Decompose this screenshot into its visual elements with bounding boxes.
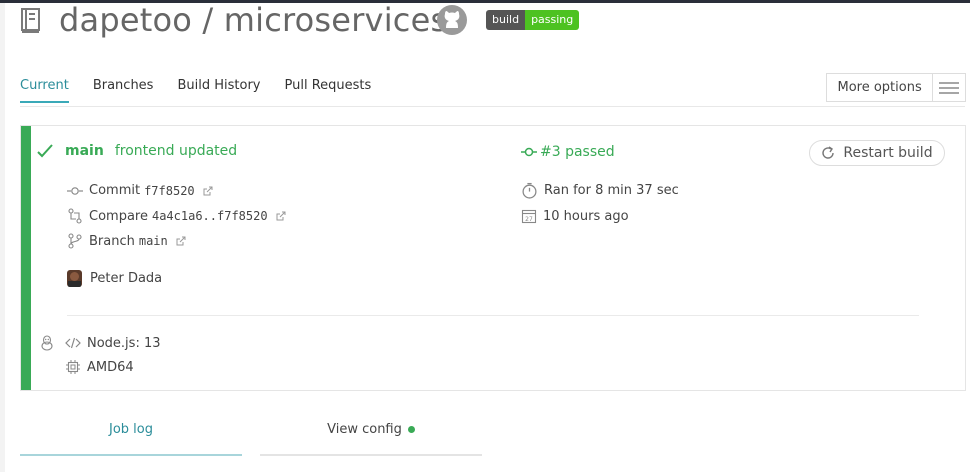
job-log-label: Job log (109, 422, 153, 437)
finished-row: 27 10 hours ago (521, 208, 629, 224)
compare-icon (68, 208, 82, 224)
check-icon (37, 144, 53, 158)
commit-row: Commit f7f8520 (67, 183, 213, 198)
more-options-label: More options (837, 80, 922, 95)
build-duration: Ran for 8 min 37 sec (544, 183, 679, 198)
branch-row: Branch main (67, 233, 186, 249)
repo-title[interactable]: dapetoo / microservices (59, 0, 447, 40)
build-number-status: #3 passed (540, 144, 615, 160)
view-config-label: View config (327, 422, 402, 437)
tabs-divider (20, 106, 965, 107)
branch-link[interactable]: main (65, 143, 104, 159)
card-divider (67, 315, 919, 316)
language-version: Node.js: 13 (87, 335, 161, 351)
svg-text:27: 27 (525, 216, 533, 223)
github-icon[interactable] (436, 4, 468, 36)
architecture: AMD64 (87, 359, 134, 375)
commit-message[interactable]: frontend updated (115, 143, 237, 159)
commit-label: Commit (89, 183, 141, 198)
stopwatch-icon (522, 182, 537, 199)
more-options-button[interactable]: More options (826, 73, 966, 102)
compare-label: Compare (89, 208, 148, 224)
commit-icon (67, 186, 83, 195)
commit-icon (521, 147, 537, 157)
author-name[interactable]: Peter Dada (90, 271, 162, 286)
badge-status: passing (525, 10, 580, 30)
external-link-icon[interactable] (176, 236, 186, 246)
build-headline: main frontend updated (37, 143, 237, 159)
language-row: Node.js: 13 (40, 335, 161, 351)
branch-label: Branch (89, 233, 135, 249)
cpu-icon (66, 360, 80, 374)
badge-label: build (486, 10, 526, 30)
tab-branches[interactable]: Branches (93, 78, 154, 103)
commit-hash-link[interactable]: f7f8520 (144, 184, 195, 198)
repo-tabs: Current Branches Build History Pull Requ… (20, 78, 395, 103)
arch-row: AMD64 (65, 359, 134, 375)
duration-row: Ran for 8 min 37 sec (521, 182, 679, 199)
finished-time: 10 hours ago (543, 208, 629, 224)
restart-icon (822, 146, 835, 159)
tab-pull-requests[interactable]: Pull Requests (284, 78, 371, 103)
external-link-icon[interactable] (276, 211, 286, 221)
tab-job-log[interactable]: Job log (20, 422, 242, 456)
author-row: Peter Dada (67, 270, 162, 287)
calendar-icon: 27 (521, 209, 537, 224)
linux-icon (41, 335, 53, 351)
build-status[interactable]: #3 passed (521, 144, 615, 160)
restart-build-button[interactable]: Restart build (809, 140, 945, 166)
code-icon (65, 337, 81, 349)
build-summary-card: main frontend updated #3 passed Restart … (20, 125, 966, 391)
external-link-icon[interactable] (203, 186, 213, 196)
status-dot-icon (407, 426, 415, 433)
repo-icon (21, 8, 40, 33)
hamburger-menu-icon[interactable] (932, 74, 965, 101)
restart-build-label: Restart build (843, 145, 933, 161)
compare-range-link[interactable]: 4a4c1a6..f7f8520 (152, 209, 268, 223)
status-bar (21, 126, 31, 390)
tab-view-config[interactable]: View config (260, 422, 482, 456)
build-status-badge[interactable]: build passing (486, 10, 580, 30)
avatar (67, 270, 82, 287)
branch-icon (68, 233, 82, 249)
branch-name-link[interactable]: main (139, 234, 168, 248)
tab-build-history[interactable]: Build History (177, 78, 260, 103)
compare-row: Compare 4a4c1a6..f7f8520 (67, 208, 286, 224)
tab-current[interactable]: Current (20, 78, 69, 103)
